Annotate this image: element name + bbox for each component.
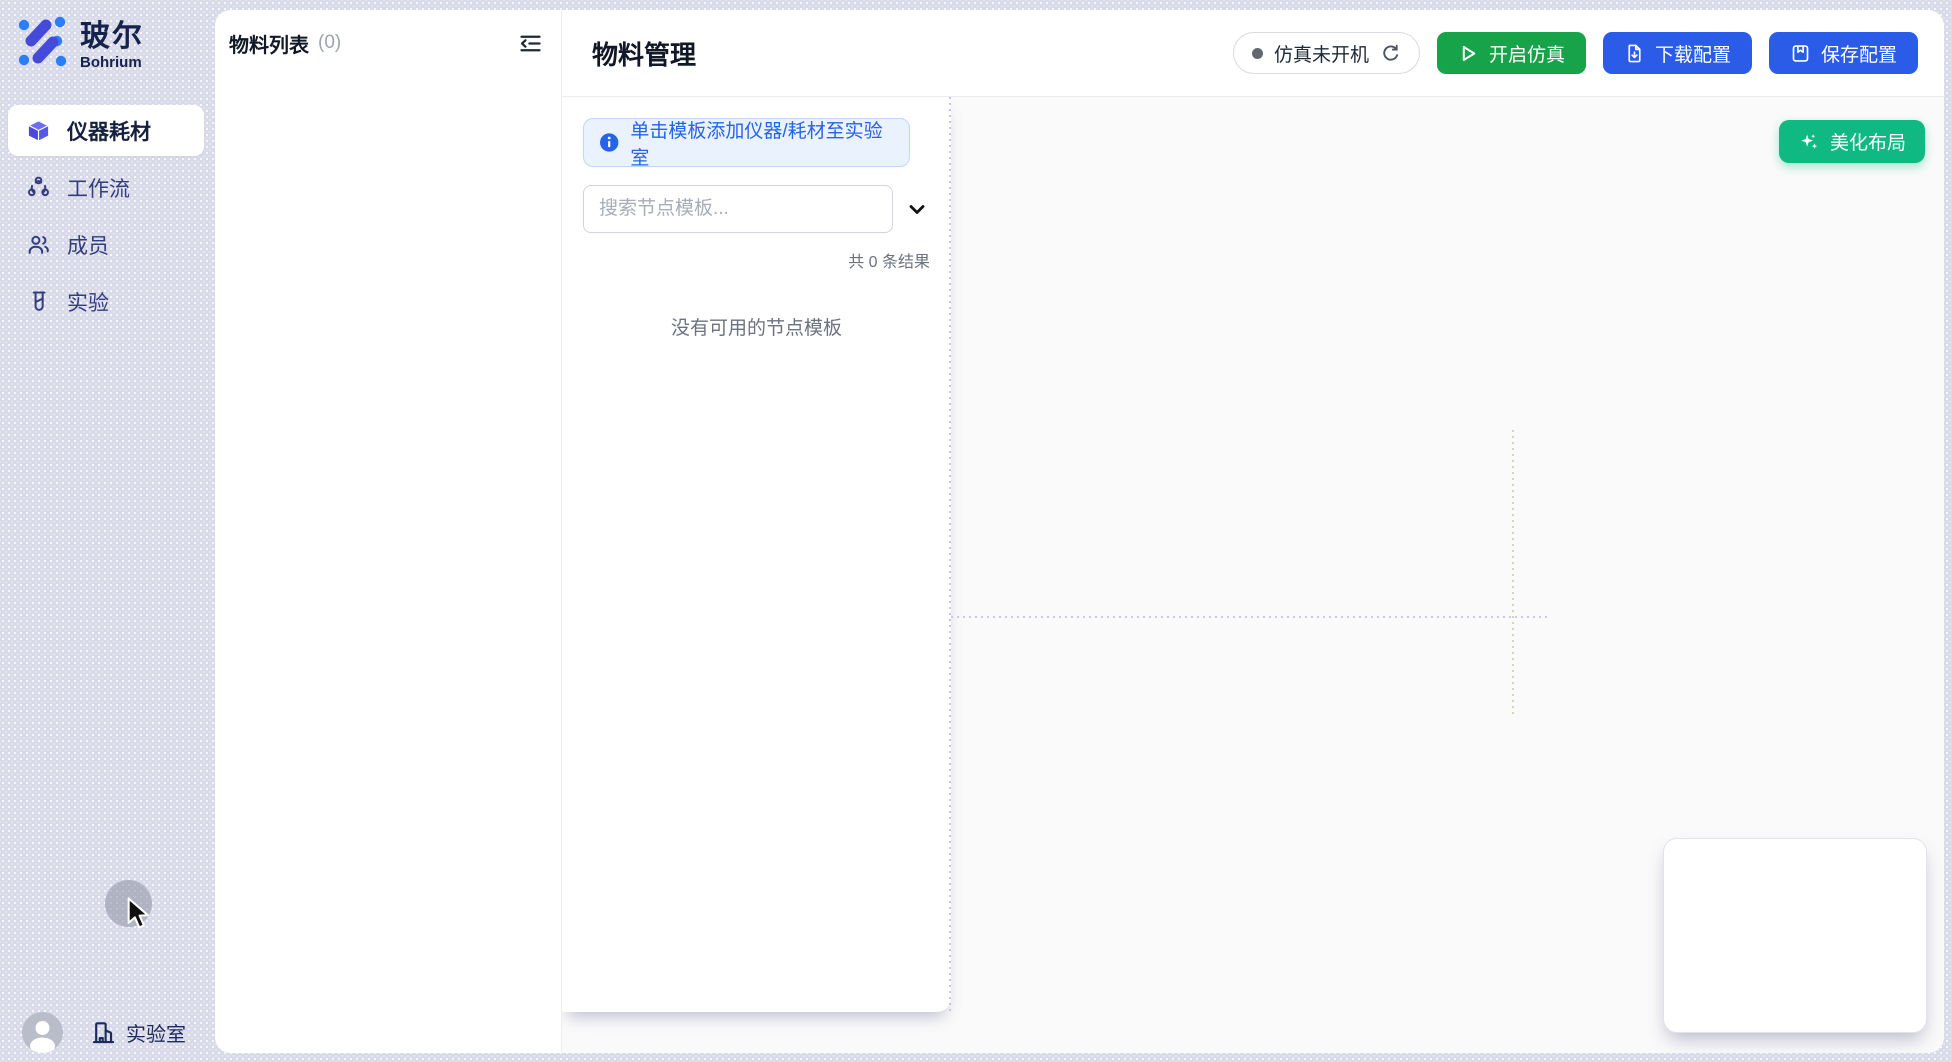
brand-name-zh: 玻尔 (80, 20, 144, 53)
lab-canvas[interactable]: 单击模板添加仪器/耗材至实验室 共 0 条结果 没有可用的节点模板 (562, 97, 1944, 1053)
search-row (583, 185, 931, 233)
save-icon (1790, 43, 1811, 64)
sidebar-item-label: 仪器耗材 (67, 116, 151, 146)
save-config-button[interactable]: 保存配置 (1769, 32, 1918, 74)
simulation-status-pill[interactable]: 仿真未开机 (1233, 32, 1420, 74)
sidebar-nav: 仪器耗材 工作流 成员 实验 (8, 105, 204, 327)
info-banner: 单击模板添加仪器/耗材至实验室 (583, 118, 910, 167)
status-label: 仿真未开机 (1274, 40, 1369, 67)
empty-templates-text: 没有可用的节点模板 (562, 313, 951, 340)
sidebar-footer: 实验室 (0, 1012, 215, 1054)
users-icon (26, 232, 51, 257)
sparkles-icon (1798, 131, 1820, 153)
sidebar-item-label: 工作流 (67, 173, 130, 203)
sidebar-item-label: 成员 (67, 230, 109, 260)
material-list-title: 物料列表 (229, 29, 309, 58)
brand-text: 玻尔 Bohrium (80, 12, 144, 71)
sidebar-item-label: 实验 (67, 287, 109, 317)
header-actions: 仿真未开机 开启仿真 下载配置 (1233, 32, 1918, 74)
sidebar-item-experiments[interactable]: 实验 (8, 276, 204, 327)
cube-icon (26, 118, 51, 143)
canvas-guide-vertical (1512, 430, 1514, 717)
search-input[interactable] (583, 185, 893, 233)
start-simulation-button[interactable]: 开启仿真 (1437, 32, 1586, 74)
minimap[interactable] (1663, 838, 1927, 1033)
page-title: 物料管理 (592, 35, 696, 72)
mouse-cursor (124, 897, 154, 931)
play-icon (1458, 43, 1479, 64)
download-file-icon (1624, 43, 1645, 64)
material-list-header: 物料列表 (0) (215, 10, 561, 76)
info-banner-text: 单击模板添加仪器/耗材至实验室 (630, 116, 894, 170)
status-dot-icon (1252, 48, 1263, 59)
collapse-panel-button[interactable] (513, 28, 547, 58)
save-config-label: 保存配置 (1821, 40, 1897, 67)
template-panel: 单击模板添加仪器/耗材至实验室 共 0 条结果 没有可用的节点模板 (562, 97, 951, 1012)
beautify-layout-label: 美化布局 (1830, 128, 1906, 155)
avatar-person-icon (22, 1012, 63, 1053)
info-icon (599, 132, 619, 153)
brand-name-en: Bohrium (80, 54, 144, 71)
sidebar-item-members[interactable]: 成员 (8, 219, 204, 270)
result-count: 共 0 条结果 (562, 248, 930, 272)
beautify-layout-button[interactable]: 美化布局 (1779, 120, 1925, 163)
download-config-button[interactable]: 下载配置 (1603, 32, 1752, 74)
workflow-icon (26, 175, 51, 200)
chevron-down-icon (905, 197, 929, 221)
building-icon (90, 1019, 117, 1046)
sidebar-item-workflow[interactable]: 工作流 (8, 162, 204, 213)
start-simulation-label: 开启仿真 (1489, 40, 1565, 67)
material-list-count: (0) (318, 32, 341, 54)
content-header: 物料管理 仿真未开机 开启仿真 (562, 10, 1944, 97)
canvas-guide-horizontal (951, 616, 1551, 618)
sidebar-item-instruments[interactable]: 仪器耗材 (8, 105, 204, 156)
expand-templates-button[interactable] (905, 197, 929, 221)
material-list-panel: 物料列表 (0) (215, 10, 562, 1053)
lab-label: 实验室 (126, 1018, 186, 1047)
avatar[interactable] (22, 1012, 63, 1053)
download-config-label: 下载配置 (1655, 40, 1731, 67)
bohrium-logo-icon (14, 12, 70, 68)
collapse-panel-icon (517, 30, 544, 57)
sidebar: 玻尔 Bohrium 仪器耗材 工作流 (0, 0, 215, 1062)
refresh-icon[interactable] (1380, 43, 1401, 64)
brand-logo[interactable]: 玻尔 Bohrium (14, 12, 144, 71)
lab-link[interactable]: 实验室 (90, 1018, 186, 1047)
test-tube-icon (26, 289, 51, 314)
main-container: 物料列表 (0) 物料管理 仿真未开机 (215, 10, 1944, 1053)
